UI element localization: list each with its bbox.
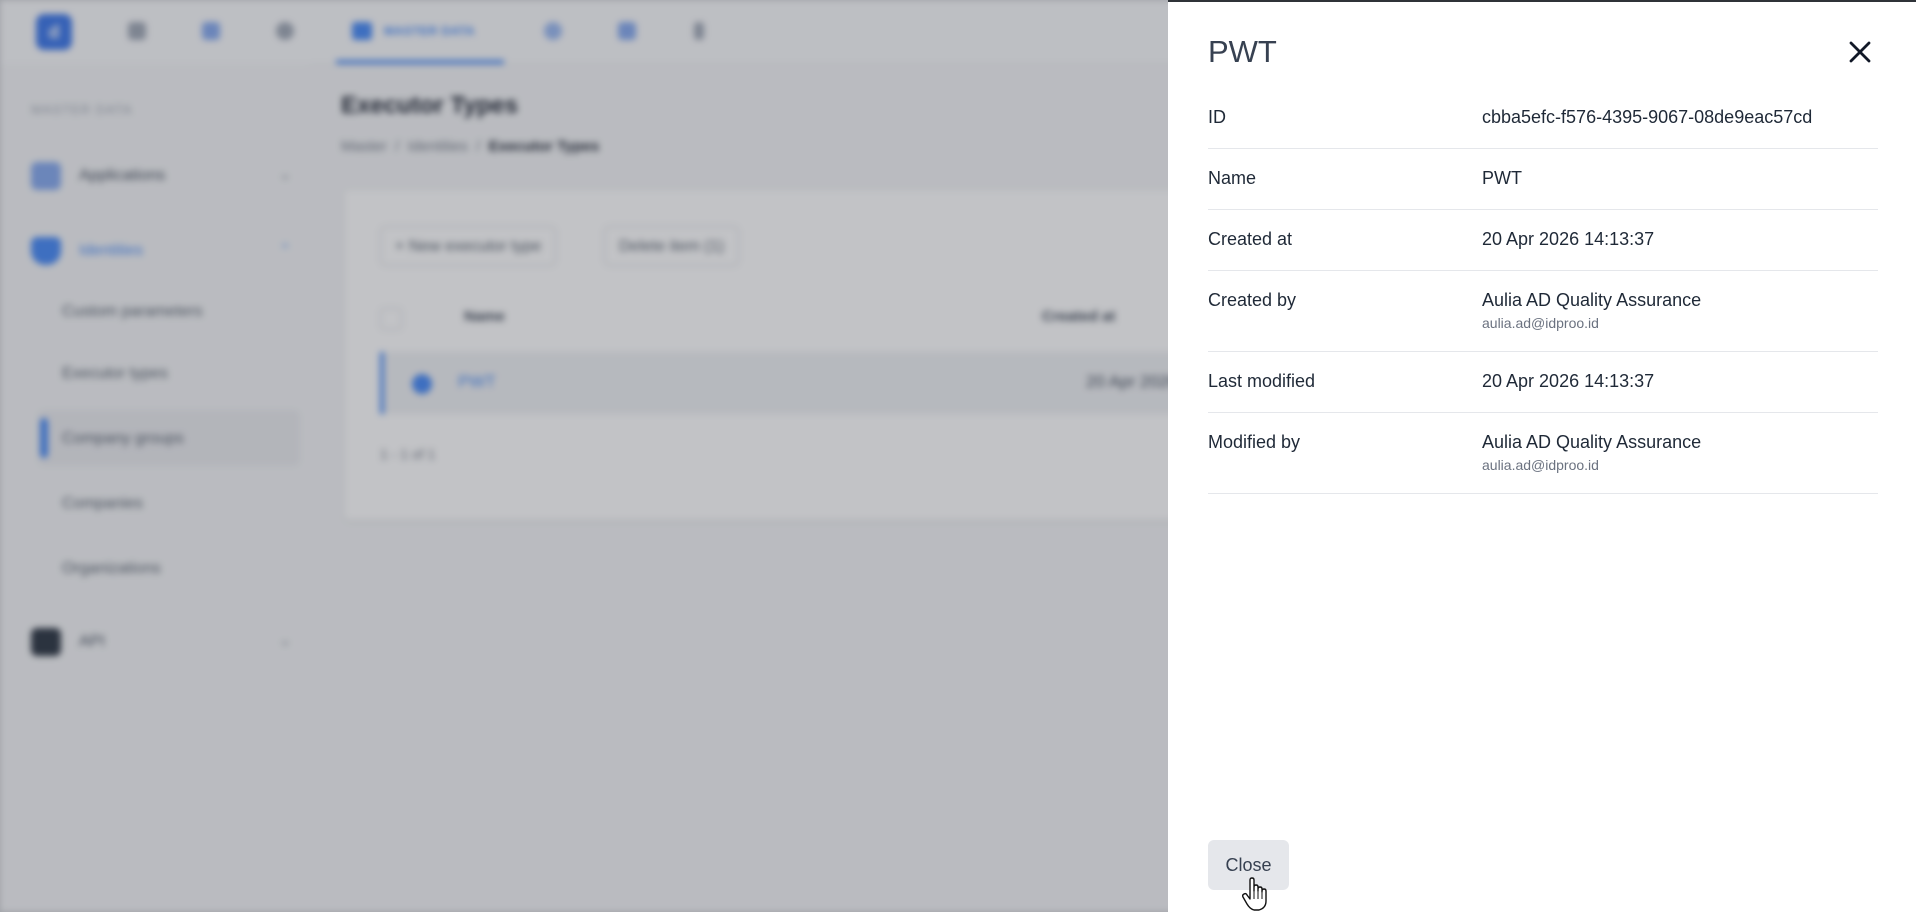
detail-label: Last modified: [1208, 371, 1316, 391]
detail-value: 20 Apr 2026 14:13:37: [1482, 371, 1655, 391]
detail-value: Aulia AD Quality Assurance: [1482, 432, 1702, 452]
detail-label: Created by: [1208, 290, 1297, 310]
detail-row-name: Name PWT: [1208, 149, 1878, 210]
detail-row-id: ID cbba5efc-f576-4395-9067-08de9eac57cd: [1208, 88, 1878, 149]
detail-row-modified-by: Modified by Aulia AD Quality Assurance a…: [1208, 413, 1878, 494]
hand-pointer-cursor-icon: [1242, 877, 1267, 911]
detail-email: aulia.ad@idproo.id: [1482, 457, 1599, 473]
detail-label: Name: [1208, 168, 1257, 188]
detail-value: Aulia AD Quality Assurance: [1482, 290, 1702, 310]
detail-email: aulia.ad@idproo.id: [1482, 315, 1599, 331]
detail-row-last-modified: Last modified 20 Apr 2026 14:13:37: [1208, 352, 1878, 413]
detail-label: ID: [1208, 107, 1226, 127]
detail-label: Modified by: [1208, 432, 1301, 452]
detail-value: cbba5efc-f576-4395-9067-08de9eac57cd: [1482, 107, 1813, 127]
detail-list: ID cbba5efc-f576-4395-9067-08de9eac57cd …: [1208, 88, 1878, 494]
detail-value: 20 Apr 2026 14:13:37: [1482, 229, 1655, 249]
drawer-title: PWT: [1208, 34, 1277, 69]
detail-label: Created at: [1208, 229, 1293, 249]
close-icon[interactable]: [1844, 36, 1876, 68]
detail-value: PWT: [1482, 168, 1522, 188]
detail-row-created-by: Created by Aulia AD Quality Assurance au…: [1208, 271, 1878, 352]
detail-drawer: PWT ID cbba5efc-f576-4395-9067-08de9eac5…: [1168, 0, 1916, 912]
detail-row-created-at: Created at 20 Apr 2026 14:13:37: [1208, 210, 1878, 271]
